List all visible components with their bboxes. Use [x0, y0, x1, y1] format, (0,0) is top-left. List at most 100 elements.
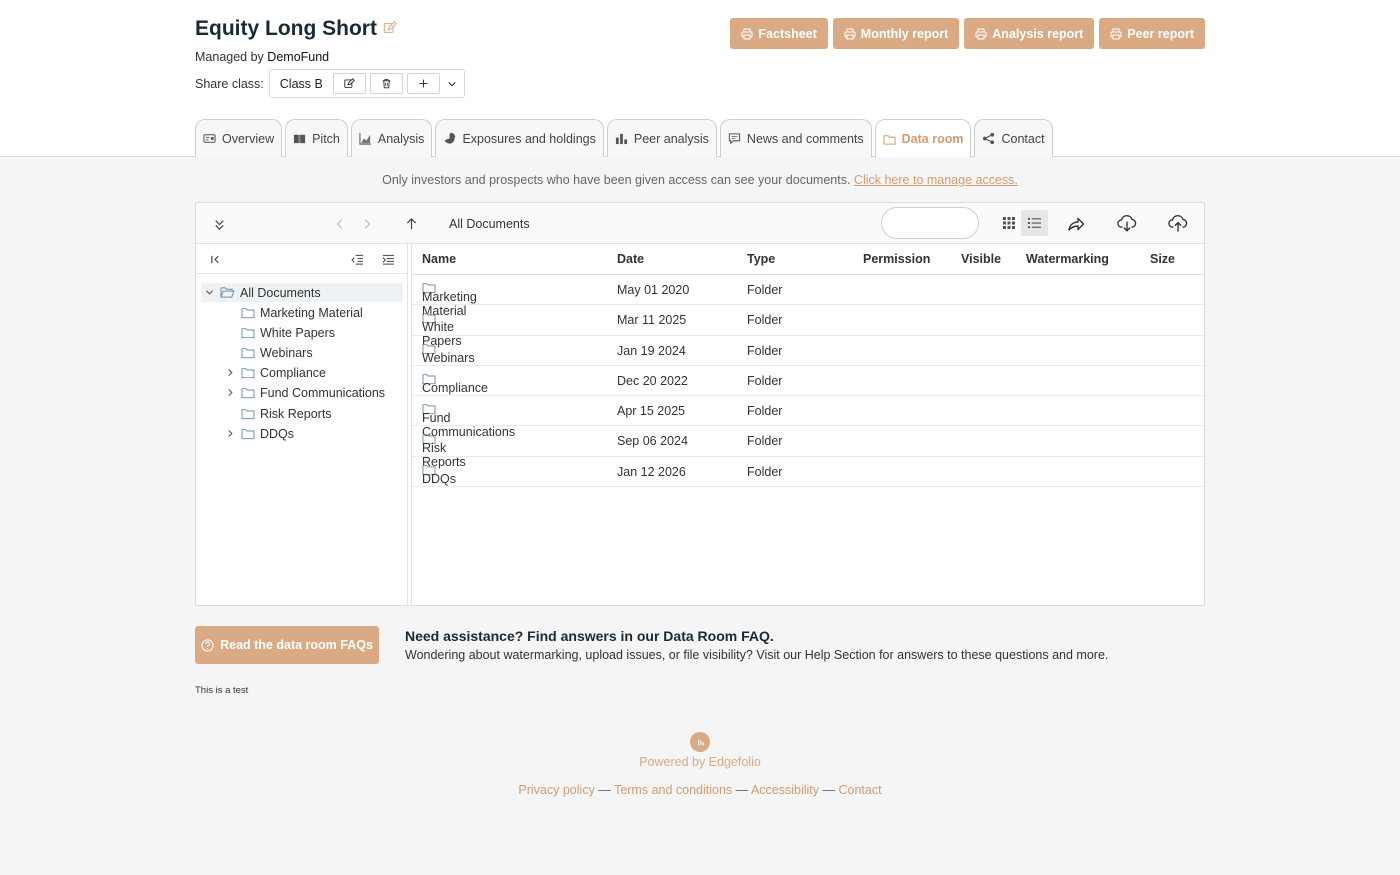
file-browser: All Documents All Documents Marketing Ma… — [195, 202, 1205, 606]
edit-icon — [344, 78, 355, 88]
edgefolio-logo — [690, 732, 710, 752]
back-icon[interactable] — [332, 216, 348, 232]
folder-tree-header — [196, 244, 407, 274]
row-date: Sep 06 2024 — [617, 434, 688, 449]
bar-chart-icon — [615, 133, 627, 145]
footer-separator: — — [819, 783, 839, 797]
tree-item-webinars[interactable]: Webinars — [241, 343, 313, 362]
column-date[interactable]: Date — [617, 252, 644, 266]
row-name: Marketing Material — [422, 282, 477, 318]
grid-view-icon[interactable] — [996, 210, 1022, 236]
tab-analysis[interactable]: Analysis — [350, 119, 433, 157]
column-watermarking[interactable]: Watermarking — [1026, 252, 1109, 266]
outdent-icon[interactable] — [349, 252, 365, 266]
tree-item-white-papers[interactable]: White Papers — [241, 323, 335, 342]
row-date: Jan 12 2026 — [617, 464, 686, 479]
tree-item-ddqs[interactable]: DDQs — [225, 424, 294, 443]
column-permission[interactable]: Permission — [863, 252, 930, 266]
indent-icon[interactable] — [380, 252, 396, 266]
chevron-down-icon[interactable] — [204, 288, 215, 297]
table-row[interactable]: Risk Reports Sep 06 2024 Folder — [412, 426, 1204, 469]
factsheet-button[interactable]: Factsheet — [730, 18, 828, 49]
tree-item-compliance[interactable]: Compliance — [225, 363, 326, 382]
grid-rows: Marketing Material May 01 2020 Folder White… — [412, 275, 1204, 488]
row-date: Mar 11 2025 — [617, 313, 687, 328]
folder-icon — [241, 408, 255, 419]
file-search-input[interactable] — [881, 207, 979, 239]
monthly-report-button[interactable]: Monthly report — [832, 18, 960, 49]
table-row[interactable]: Fund Communications Apr 15 2025 Folder — [412, 396, 1204, 439]
tab-label: Pitch — [312, 131, 340, 146]
cloud-upload-icon[interactable] — [1167, 213, 1189, 233]
analysis-report-button[interactable]: Analysis report — [964, 18, 1095, 49]
list-view-icon[interactable] — [1021, 210, 1048, 236]
footer-separator: — — [594, 783, 615, 797]
row-name: Compliance — [422, 373, 488, 395]
add-share-class-button[interactable] — [406, 73, 440, 94]
chevron-right-icon[interactable] — [225, 429, 236, 438]
contact-link[interactable]: Contact — [838, 783, 881, 797]
table-row[interactable]: Marketing Material May 01 2020 Folder — [412, 275, 1204, 318]
tab-data-room[interactable]: Data room — [874, 119, 972, 158]
privacy-policy-link[interactable]: Privacy policy — [518, 783, 594, 797]
tree-item-marketing-material[interactable]: Marketing Material — [241, 303, 363, 322]
column-visible[interactable]: Visible — [961, 252, 1001, 266]
accessibility-link[interactable]: Accessibility — [751, 783, 819, 797]
tab-label: Analysis — [377, 131, 425, 146]
folder-icon — [883, 134, 896, 145]
edit-pencil-icon[interactable] — [383, 21, 399, 37]
row-name-text: DDQs — [422, 471, 457, 486]
tab-exposures[interactable]: Exposures and holdings — [435, 119, 604, 157]
share-icon — [983, 132, 995, 145]
column-type[interactable]: Type — [747, 252, 775, 266]
managed-by: Managed by DemoFund — [195, 50, 329, 64]
tree-item-risk-reports[interactable]: Risk Reports — [241, 404, 332, 423]
header: Equity Long Short Managed by DemoFund Sh… — [0, 0, 1400, 158]
tree-item-fund-communications[interactable]: Fund Communications — [225, 383, 385, 402]
chevron-right-icon[interactable] — [225, 388, 236, 397]
fund-title: Equity Long Short — [195, 17, 399, 41]
collapse-sidebar-icon[interactable] — [208, 252, 222, 266]
tab-news-and-comments[interactable]: News and comments — [719, 119, 872, 157]
share-class-value: Class B — [279, 76, 323, 91]
table-row[interactable]: DDQs Jan 12 2026 Folder — [412, 457, 1204, 488]
printer-icon — [1110, 28, 1122, 39]
table-row[interactable]: White Papers Mar 11 2025 Folder — [412, 305, 1204, 348]
tab-peer-analysis[interactable]: Peer analysis — [606, 119, 717, 157]
manage-access-link[interactable]: Click here to manage access. — [854, 173, 1018, 187]
chevron-right-icon[interactable] — [225, 368, 236, 377]
read-faqs-button[interactable]: Read the data room FAQs — [195, 626, 379, 664]
share-class-select[interactable]: Class B — [268, 69, 465, 98]
column-size[interactable]: Size — [1150, 252, 1175, 266]
tree-item-label: DDQs — [260, 426, 295, 441]
forward-icon[interactable] — [359, 216, 375, 232]
table-row[interactable]: Compliance Dec 20 2022 Folder — [412, 366, 1204, 397]
row-type: Folder — [747, 464, 783, 479]
edit-share-class-button[interactable] — [332, 73, 366, 94]
tree-root-all-documents[interactable]: All Documents — [201, 283, 403, 302]
folder-tree: All Documents Marketing Material White P… — [196, 244, 408, 605]
tab-overview[interactable]: Overview — [195, 119, 283, 157]
peer-report-button[interactable]: Peer report — [1099, 18, 1205, 49]
tree-item-label: Fund Communications — [260, 385, 386, 400]
book-icon — [294, 134, 306, 144]
manager-name: DemoFund — [267, 50, 330, 64]
area-chart-icon — [359, 132, 371, 145]
share-class-dropdown-toggle[interactable] — [444, 73, 460, 94]
collapse-all-icon[interactable] — [211, 216, 227, 232]
tab-contact[interactable]: Contact — [974, 119, 1053, 157]
cloud-download-icon[interactable] — [1116, 213, 1138, 233]
delete-share-class-button[interactable] — [369, 73, 403, 94]
plus-icon — [419, 79, 428, 88]
powered-by: Powered by Edgefolio — [639, 755, 761, 769]
folder-open-icon — [220, 287, 235, 298]
up-arrow-icon[interactable] — [403, 215, 419, 231]
terms-link[interactable]: Terms and conditions — [614, 783, 732, 797]
table-row[interactable]: Webinars Jan 19 2024 Folder — [412, 336, 1204, 366]
column-name[interactable]: Name — [422, 252, 456, 266]
printer-icon — [844, 28, 856, 39]
row-date: Dec 20 2022 — [617, 373, 688, 388]
share-arrow-icon[interactable] — [1066, 214, 1086, 234]
row-name: Risk Reports — [422, 433, 466, 469]
tab-pitch[interactable]: Pitch — [285, 119, 348, 157]
